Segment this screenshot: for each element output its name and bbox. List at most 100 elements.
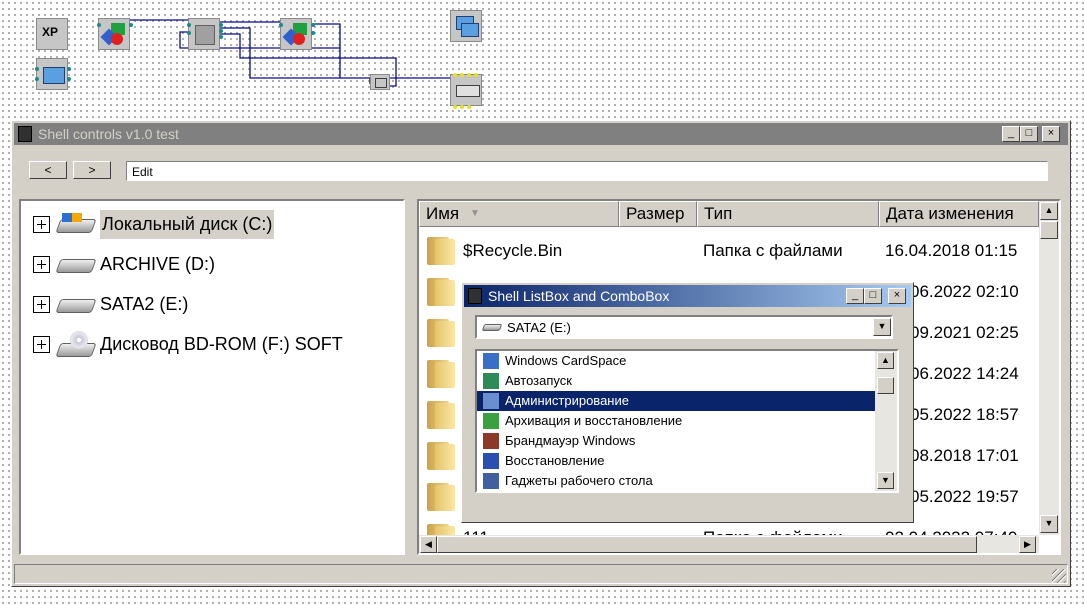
listbox-scrollbar[interactable]: ▲ ▼	[875, 351, 897, 491]
close-button[interactable]: ×	[1042, 126, 1060, 142]
shell-icon	[456, 85, 480, 97]
address-field[interactable]: Edit	[126, 161, 1048, 181]
list-item-label: Автозапуск	[505, 373, 572, 388]
minimize-button[interactable]: _	[1002, 126, 1020, 142]
list-item[interactable]: Архивация и восстановление	[477, 411, 875, 431]
listbox-dialog: Shell ListBox and ComboBox _ □ × SATA2 (…	[461, 282, 914, 523]
hard-drive-icon	[55, 251, 97, 277]
column-header-date[interactable]: Дата изменения	[879, 201, 1039, 227]
firewall-icon	[483, 433, 499, 449]
tree-item-f[interactable]: Дисковод BD-ROM (F:) SOFT	[33, 327, 343, 361]
dialog-title-bar[interactable]: Shell ListBox and ComboBox _ □ ×	[464, 285, 911, 307]
shapes-component-2[interactable]	[279, 18, 315, 50]
list-item-label: Администрирование	[505, 393, 629, 408]
multi-window-component[interactable]	[450, 10, 482, 42]
horizontal-scrollbar[interactable]: ◀ ▶	[419, 535, 1039, 553]
link-icon	[375, 78, 387, 88]
list-item[interactable]: Брандмауэр Windows	[477, 431, 875, 451]
scroll-left-icon[interactable]: ◀	[420, 536, 437, 553]
backup-icon	[483, 413, 499, 429]
app-icon	[18, 126, 32, 142]
list-item[interactable]: Автозапуск	[477, 371, 875, 391]
small-link-component[interactable]	[370, 74, 390, 90]
folder-icon	[423, 440, 457, 472]
tree-item-label: SATA2 (E:)	[100, 293, 189, 314]
back-button[interactable]: <	[29, 161, 67, 179]
row-date: 05.2022 19:57	[910, 487, 1019, 506]
address-text: Edit	[132, 165, 153, 179]
main-window-title: Shell controls v1.0 test	[38, 126, 179, 142]
listbox-scroll-up-icon[interactable]: ▲	[877, 352, 894, 369]
list-item-label: Восстановление	[505, 453, 605, 468]
list-item[interactable]: Windows CardSpace	[477, 351, 875, 371]
maximize-button[interactable]: □	[1020, 126, 1038, 142]
folder-icon	[423, 235, 457, 267]
main-title-bar[interactable]: Shell controls v1.0 test _ □ ×	[14, 123, 1068, 145]
row-date: 08.2018 17:01	[910, 446, 1019, 465]
listbox-scroll-down-icon[interactable]: ▼	[877, 472, 894, 489]
row-type: Папка с файлами	[703, 241, 843, 260]
tree-item-d[interactable]: ARCHIVE (D:)	[33, 247, 215, 281]
combo-dropdown-icon[interactable]: ▼	[873, 318, 891, 336]
table-row[interactable]: $Recycle.Bin Папка с файлами 16.04.2018 01…	[419, 231, 1039, 271]
row-date: 05.2022 18:57	[910, 405, 1019, 424]
hard-drive-icon	[55, 211, 97, 237]
folder-tree[interactable]: Локальный диск (C:) ARCHIVE (D:) SATA2 (…	[19, 199, 405, 555]
expand-icon[interactable]	[33, 215, 50, 233]
recovery-icon	[483, 453, 499, 469]
column-date-label: Дата изменения	[886, 204, 1014, 223]
folder-icon	[423, 481, 457, 513]
row-name: $Recycle.Bin	[463, 241, 563, 260]
status-bar	[14, 564, 1068, 584]
listbox-scroll-thumb[interactable]	[877, 377, 894, 394]
row-date: 16.04.2018 01:15	[885, 241, 1018, 260]
folder-icon	[423, 399, 457, 431]
xp-label: XP	[42, 25, 59, 39]
expand-icon[interactable]	[33, 335, 50, 353]
expand-icon[interactable]	[33, 255, 50, 273]
column-header-type[interactable]: Тип	[697, 201, 879, 227]
shapes-component-1[interactable]	[97, 18, 133, 50]
row-date: 06.2022 02:10	[910, 282, 1019, 301]
drive-combobox[interactable]: SATA2 (E:) ▼	[475, 315, 893, 339]
scroll-up-icon[interactable]: ▲	[1040, 202, 1058, 220]
tree-item-label: Локальный диск (C:)	[100, 209, 275, 239]
column-header-name[interactable]: Имя ▼	[419, 201, 619, 227]
row-date: 06.2022 14:24	[910, 364, 1019, 383]
tree-item-c[interactable]: Локальный диск (C:)	[33, 207, 275, 241]
list-item-selected[interactable]: Администрирование	[477, 391, 875, 411]
column-header-size[interactable]: Размер	[619, 201, 697, 227]
autoplay-icon	[483, 373, 499, 389]
sort-arrow-icon: ▼	[470, 208, 480, 219]
shell-component[interactable]	[450, 73, 482, 109]
tree-item-e[interactable]: SATA2 (E:)	[33, 287, 188, 321]
forward-button[interactable]: >	[73, 161, 111, 179]
app-icon	[468, 288, 482, 304]
scroll-down-icon[interactable]: ▼	[1040, 515, 1058, 533]
form-component[interactable]	[35, 58, 71, 90]
control-panel-listbox[interactable]: Windows CardSpace Автозапуск Администрир…	[475, 349, 899, 493]
vertical-scrollbar[interactable]: ▲ ▼	[1039, 201, 1059, 535]
admin-tools-icon	[483, 393, 499, 409]
horizontal-scroll-thumb[interactable]	[437, 536, 977, 553]
expand-icon[interactable]	[33, 295, 50, 313]
dialog-maximize-button[interactable]: □	[864, 288, 882, 304]
list-item[interactable]: Гаджеты рабочего стола	[477, 471, 875, 491]
row-date: 09.2021 02:25	[910, 323, 1019, 342]
list-item[interactable]: Восстановление	[477, 451, 875, 471]
cardspace-icon	[483, 353, 499, 369]
optical-drive-icon	[55, 331, 97, 357]
list-item-label: Гаджеты рабочего стола	[505, 473, 653, 488]
dialog-title: Shell ListBox and ComboBox	[488, 288, 670, 304]
xp-manifest-component[interactable]: XP	[36, 18, 68, 50]
scroll-right-icon[interactable]: ▶	[1019, 536, 1036, 553]
dialog-minimize-button[interactable]: _	[846, 288, 864, 304]
scroll-thumb[interactable]	[1040, 221, 1058, 239]
dialog-close-button[interactable]: ×	[888, 288, 906, 304]
tree-item-label: ARCHIVE (D:)	[100, 253, 216, 274]
resize-grip-icon[interactable]	[1052, 569, 1066, 583]
column-type-label: Тип	[704, 204, 733, 223]
hard-drive-icon	[481, 324, 503, 331]
panel-component[interactable]	[187, 18, 223, 50]
list-item-label: Windows CardSpace	[505, 353, 627, 368]
